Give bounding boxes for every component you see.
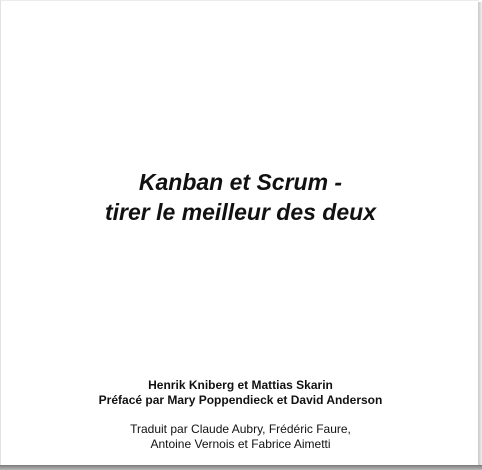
credits-block: Henrik Kniberg et Mattias Skarin Préfacé… [1,378,480,452]
translators-block: Traduit par Claude Aubry, Frédéric Faure… [1,422,480,452]
authors-line: Henrik Kniberg et Mattias Skarin [148,378,333,392]
page-shadow-right [478,2,482,470]
page-shadow-bottom [0,465,482,470]
translators-line-1: Traduit par Claude Aubry, Frédéric Faure… [130,422,351,436]
preface-line: Préfacé par Mary Poppendieck et David An… [98,393,383,407]
book-title-line-1: Kanban et Scrum - [138,169,343,195]
title-block: Kanban et Scrum - tirer le meilleur des … [1,167,480,227]
book-title-line-2: tirer le meilleur des deux [104,199,376,225]
translators-line-2: Antoine Vernois et Fabrice Aimetti [150,437,331,451]
document-page: Kanban et Scrum - tirer le meilleur des … [0,0,479,466]
